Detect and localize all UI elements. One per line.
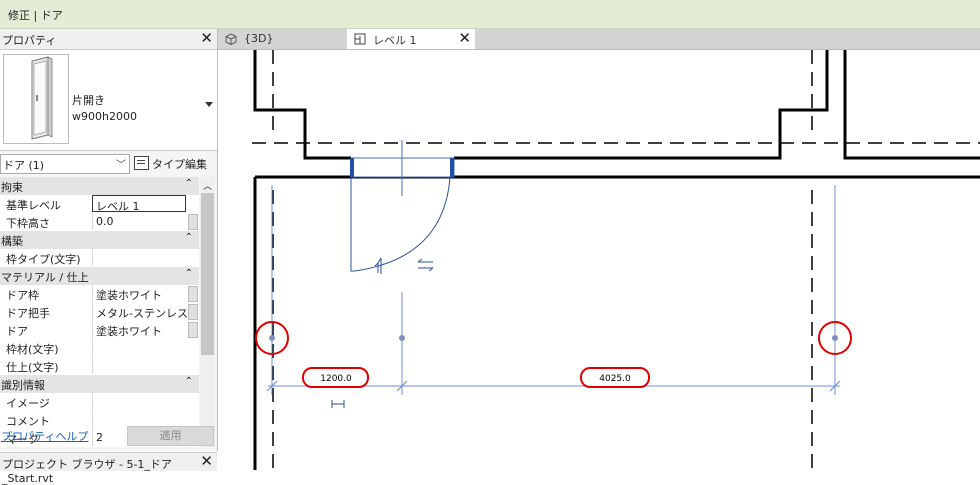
property-value-field[interactable]: 0.0 xyxy=(92,213,198,230)
tab-3d-label: {3D} xyxy=(244,32,274,45)
property-value-field[interactable] xyxy=(92,339,198,356)
type-name: 片開き xyxy=(72,94,105,107)
context-tab-bar: 修正 | ドア xyxy=(0,0,980,29)
property-value: レベル 1 xyxy=(96,200,140,213)
property-category[interactable]: 構築 ⌃ xyxy=(0,231,199,250)
property-value: 塗装ホワイト xyxy=(96,289,162,302)
property-value: 2 xyxy=(96,431,103,444)
browse-button[interactable] xyxy=(188,214,198,230)
context-title: 修正 | ドア xyxy=(8,9,63,22)
property-row[interactable]: 枠タイプ(文字) xyxy=(0,249,199,268)
wall-lines xyxy=(253,50,980,470)
browse-button[interactable] xyxy=(188,304,198,320)
browse-button[interactable] xyxy=(188,286,198,302)
view-tab-bar: {3D} レベル 1 ✕ xyxy=(218,29,980,50)
category-label: 拘束 xyxy=(1,181,23,194)
property-value-field[interactable]: メタル-ステンレス xyxy=(92,303,198,320)
properties-title-bar: プロパティ ✕ xyxy=(0,29,217,50)
browse-button[interactable] xyxy=(188,322,198,338)
property-label: 基準レベル xyxy=(6,199,61,212)
close-icon[interactable]: ✕ xyxy=(200,452,213,470)
collapse-icon[interactable]: ⌃ xyxy=(185,376,193,387)
property-row[interactable]: 下枠高さ 0.0 xyxy=(0,213,199,232)
properties-grid: 拘束 ⌃ 基準レベル レベル 1 下枠高さ 0.0 構築 ⌃ 枠タイプ(文字) マテリアル / 仕… xyxy=(0,177,199,447)
collapse-icon[interactable]: ⌃ xyxy=(185,268,193,279)
property-value-field[interactable]: 塗装ホワイト xyxy=(92,321,198,338)
property-category[interactable]: 識別情報 ⌃ xyxy=(0,375,199,394)
property-value-field[interactable]: 塗装ホワイト xyxy=(92,285,198,302)
property-value-field[interactable] xyxy=(92,357,198,374)
chevron-down-icon: ﹀ xyxy=(116,160,126,171)
property-value: メタル-ステンレス xyxy=(96,307,188,320)
instance-filter-dropdown[interactable]: ドア (1) ﹀ xyxy=(0,154,130,174)
edit-type-label: タイプ編集 xyxy=(152,158,207,171)
property-label: コメント xyxy=(6,415,50,428)
properties-scrollbar[interactable]: ︿ ﹀ xyxy=(200,177,215,447)
property-label: 枠材(文字) xyxy=(6,343,59,356)
property-label: ドア把手 xyxy=(6,307,50,320)
collapse-icon[interactable]: ⌃ xyxy=(185,178,193,189)
property-label: 下枠高さ xyxy=(6,217,50,230)
dropdown-arrow-icon xyxy=(205,102,213,107)
property-label: 枠タイプ(文字) xyxy=(6,253,81,266)
hidden-lines xyxy=(252,50,980,470)
project-browser-title: プロジェクト ブラウザ - 5-1_ドア_Start.rvt xyxy=(2,458,172,485)
property-row[interactable]: イメージ xyxy=(0,393,199,412)
property-row[interactable]: ドア 塗装ホワイト xyxy=(0,321,199,340)
dimension-value-right: 4025.0 xyxy=(599,374,631,384)
property-value: 0.0 xyxy=(96,215,114,228)
apply-button[interactable]: 適用 xyxy=(127,426,214,446)
property-label: ドア枠 xyxy=(6,289,39,302)
project-browser-title-bar: プロジェクト ブラウザ - 5-1_ドア_Start.rvt ✕ xyxy=(0,452,217,485)
properties-palette: プロパティ ✕ 片開き w900h2000 ドア (1) ﹀ タイプ編集 拘束 ⌃… xyxy=(0,29,218,451)
close-tab-icon[interactable]: ✕ xyxy=(458,29,471,47)
property-value-field[interactable] xyxy=(92,249,198,266)
floor-plan-icon xyxy=(354,33,366,45)
edit-type-button[interactable]: タイプ編集 xyxy=(133,153,215,173)
property-value-field[interactable] xyxy=(92,393,198,410)
door-preview-icon xyxy=(3,54,69,144)
tab-3d[interactable]: {3D} xyxy=(218,29,346,49)
property-label: ドア xyxy=(6,325,28,338)
collapse-icon[interactable]: ⌃ xyxy=(185,232,193,243)
property-label: イメージ xyxy=(6,397,50,410)
property-row[interactable]: 基準レベル レベル 1 xyxy=(0,195,199,214)
scroll-thumb[interactable] xyxy=(201,193,214,355)
type-selector[interactable]: 片開き w900h2000 xyxy=(0,50,217,151)
tab-level-1-label: レベル 1 xyxy=(373,34,417,47)
property-value-field[interactable]: レベル 1 xyxy=(92,195,186,213)
properties-help-link[interactable]: プロパティヘルプ xyxy=(1,428,88,444)
scroll-up-icon[interactable]: ︿ xyxy=(203,179,212,192)
property-row[interactable]: 枠材(文字) xyxy=(0,339,199,358)
close-icon[interactable]: ✕ xyxy=(200,29,213,47)
property-category[interactable]: 拘束 ⌃ xyxy=(0,177,199,196)
property-label: 仕上(文字) xyxy=(6,361,59,374)
property-row[interactable]: 仕上(文字) xyxy=(0,357,199,376)
property-value: 塗装ホワイト xyxy=(96,325,162,338)
category-label: マテリアル / 仕上 xyxy=(1,271,89,284)
door xyxy=(350,140,455,274)
dimension-value-left: 1200.0 xyxy=(320,374,352,384)
property-category[interactable]: マテリアル / 仕上 ⌃ xyxy=(0,267,199,286)
instance-filter-value: ドア (1) xyxy=(3,159,45,172)
category-label: 構築 xyxy=(1,235,23,248)
type-size: w900h2000 xyxy=(72,110,137,123)
property-row[interactable]: ドア把手 メタル-ステンレス xyxy=(0,303,199,322)
3d-view-icon xyxy=(225,33,237,45)
edit-type-icon xyxy=(134,156,149,170)
category-label: 識別情報 xyxy=(1,379,45,392)
properties-title: プロパティ xyxy=(2,34,57,47)
tab-level-1[interactable]: レベル 1 ✕ xyxy=(347,29,475,49)
property-row[interactable]: ドア枠 塗装ホワイト xyxy=(0,285,199,304)
drawing-canvas[interactable]: 1200.0 4025.0 xyxy=(218,50,980,470)
